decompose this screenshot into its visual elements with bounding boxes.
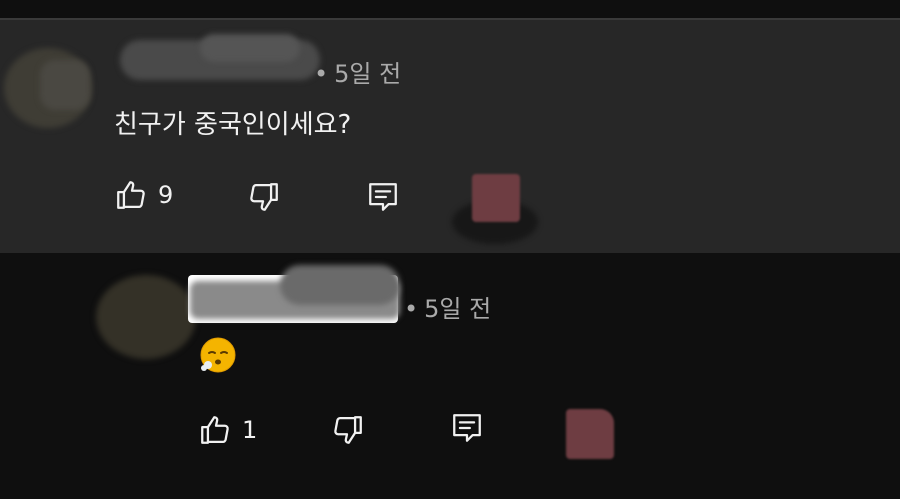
reply-icon — [369, 183, 397, 211]
thumbs-up-icon — [117, 181, 145, 209]
comment-meta: • 5일 전 — [402, 289, 491, 324]
comment-reply: • 5일 전 1 — [0, 253, 900, 499]
reply-button[interactable] — [450, 411, 484, 445]
separator-dot: • — [314, 60, 329, 88]
reply-button[interactable] — [366, 180, 400, 214]
avatar[interactable] — [96, 275, 196, 359]
comment-highlighted: • 5일 전 친구가 중국인이세요? 9 — [0, 20, 900, 253]
author-name-smudge-2 — [280, 265, 400, 305]
avatar-smudge — [40, 60, 90, 110]
redacted-thumbnail[interactable] — [566, 409, 614, 459]
dislike-button[interactable] — [247, 180, 281, 214]
separator-dot: • — [404, 295, 419, 323]
like-count: 1 — [242, 416, 258, 444]
dislike-button[interactable] — [331, 413, 365, 447]
comment-emoji — [198, 335, 238, 383]
comment-time[interactable]: 5일 전 — [334, 60, 401, 88]
like-button[interactable]: 9 — [114, 178, 173, 212]
author-name-smudge — [200, 34, 300, 62]
face-exhaling-icon — [200, 337, 236, 373]
like-count: 9 — [158, 181, 174, 209]
reply-icon — [453, 414, 481, 442]
thumbs-down-icon — [334, 416, 362, 444]
redacted-thumbnail[interactable] — [472, 174, 520, 222]
thumbs-down-icon — [250, 183, 278, 211]
like-button[interactable]: 1 — [198, 413, 257, 447]
top-bar — [0, 0, 900, 18]
comment-meta: • 5일 전 — [312, 54, 401, 89]
comment-time[interactable]: 5일 전 — [424, 295, 491, 323]
thumbs-up-icon — [201, 416, 229, 444]
comment-text: 친구가 중국인이세요? — [114, 110, 352, 140]
